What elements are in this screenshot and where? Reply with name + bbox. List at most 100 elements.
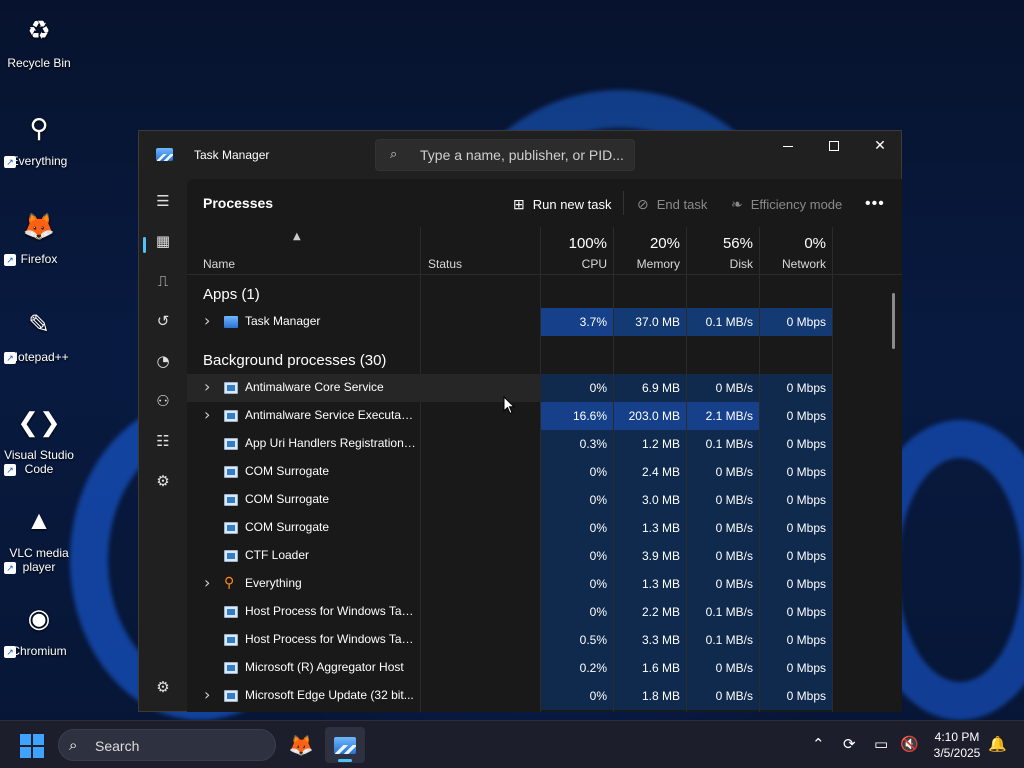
process-window-icon xyxy=(224,494,238,506)
close-button[interactable]: ✕ xyxy=(857,131,903,161)
cpu-total-percent[interactable]: 100% xyxy=(541,235,607,252)
end-task-label: End task xyxy=(656,196,708,212)
process-window-icon xyxy=(224,550,238,562)
minimize-icon xyxy=(783,145,793,147)
firefox-icon: 🦊 xyxy=(288,733,314,757)
windows-logo-icon xyxy=(20,734,31,745)
process-row[interactable]: Host Process for Windows Tasks 0.5% 3.3 MB… xyxy=(187,626,902,654)
search-icon: ⌕ xyxy=(390,147,398,162)
notification-bell-icon[interactable]: 🔔 xyxy=(988,735,1007,753)
minimize-button[interactable] xyxy=(765,131,811,161)
column-header-disk[interactable]: Disk xyxy=(687,257,753,271)
run-new-task-button[interactable]: ⊞ Run new task xyxy=(513,193,612,215)
process-name-cell: COM Surrogate xyxy=(187,486,541,514)
nav-settings-icon[interactable]: ⚙ xyxy=(149,673,177,701)
volume-muted-icon[interactable]: 🔇 xyxy=(900,735,919,753)
sync-icon[interactable]: ⟳ xyxy=(843,735,856,753)
title-bar[interactable]: Task Manager ⌕ ✕ xyxy=(139,131,901,179)
process-row[interactable]: Microsoft (R) Aggregator Host 0.2% 1.6 MB 0… xyxy=(187,654,902,682)
clock[interactable]: 4:10 PM 3/5/2025 xyxy=(924,729,990,761)
run-new-task-label: Run new task xyxy=(532,196,612,212)
expand-chevron-icon[interactable]: › xyxy=(204,405,210,424)
process-disk-cell: 0 MB/s xyxy=(687,570,759,598)
desktop-icon[interactable]: ♻ Recycle Bin xyxy=(2,8,76,71)
process-row[interactable]: App Uri Handlers Registration ... 0.3% 1.2… xyxy=(187,430,902,458)
process-row[interactable]: Host Process for Windows Tasks 0% 2.2 MB 0.… xyxy=(187,598,902,626)
desktop-icon[interactable]: ↗ ✎ Notepad++ xyxy=(2,302,76,364)
process-mem-cell: 1.3 MB xyxy=(614,570,686,598)
process-cpu-cell: 0% xyxy=(541,486,613,514)
process-cpu-cell: 0% xyxy=(541,598,613,626)
column-header-memory[interactable]: Memory xyxy=(614,257,680,271)
clock-time: 4:10 PM xyxy=(934,730,980,744)
nav-performance-icon[interactable]: ⎍ xyxy=(149,267,177,295)
desktop-icon[interactable]: ↗ ❮❯ Visual Studio Code xyxy=(2,400,76,476)
column-header-name[interactable]: Name xyxy=(203,257,235,271)
process-row[interactable]: COM Surrogate 0% 3.0 MB 0 MB/s 0 Mbps xyxy=(187,486,902,514)
hamburger-menu-icon[interactable]: ☰ xyxy=(149,187,177,215)
end-task-button[interactable]: ⊘ End task xyxy=(637,193,707,215)
nav-services-icon[interactable]: ⚙ xyxy=(149,467,177,495)
column-header-cpu[interactable]: CPU xyxy=(541,257,607,271)
process-mem-cell: 203.0 MB xyxy=(614,402,686,430)
processes-page: Processes ⊞ Run new task ⊘ End task ❧ Ef… xyxy=(187,179,902,712)
nav-users-icon[interactable]: ⚇ xyxy=(149,387,177,415)
expand-chevron-icon[interactable]: › xyxy=(204,685,210,704)
process-row[interactable]: › Antimalware Service Executable 16.6% 203.… xyxy=(187,402,902,430)
process-window-icon xyxy=(224,606,238,618)
nav-details-icon[interactable]: ☷ xyxy=(149,427,177,455)
memory-total-percent[interactable]: 20% xyxy=(614,235,680,252)
nav-processes-icon[interactable]: ▦ xyxy=(149,227,177,255)
process-search-input[interactable] xyxy=(420,147,626,163)
process-window-icon xyxy=(224,634,238,646)
expand-chevron-icon[interactable]: › xyxy=(204,377,210,396)
desktop-icon[interactable]: ↗ 🦊 Firefox xyxy=(2,204,76,266)
disk-total-percent[interactable]: 56% xyxy=(687,235,753,252)
process-name: COM Surrogate xyxy=(245,464,330,478)
taskbar-task-manager[interactable] xyxy=(325,727,365,763)
process-row[interactable]: CTF Loader 0% 3.9 MB 0 MB/s 0 Mbps xyxy=(187,542,902,570)
process-disk-cell: 0 MB/s xyxy=(687,486,759,514)
process-window-icon xyxy=(224,662,238,674)
process-row[interactable]: › Task Manager 3.7% 37.0 MB 0.1 MB/s 0 Mbps xyxy=(187,308,902,336)
more-options-button[interactable]: ••• xyxy=(865,193,885,215)
process-row[interactable]: COM Surrogate 0% 1.3 MB 0 MB/s 0 Mbps xyxy=(187,514,902,542)
desktop-icon[interactable]: ↗ ▲ VLC media player xyxy=(2,498,76,574)
desktop-icon[interactable]: ↗ ⚲ Everything xyxy=(2,106,76,168)
shortcut-arrow-icon: ↗ xyxy=(4,156,16,168)
process-cpu-cell: 0.3% xyxy=(541,430,613,458)
process-disk-cell: 0 MB/s xyxy=(687,654,759,682)
efficiency-mode-button[interactable]: ❧ Efficiency mode xyxy=(731,193,842,215)
column-header-network[interactable]: Network xyxy=(760,257,826,271)
nav-startup-apps-icon[interactable]: ◔ xyxy=(149,347,177,375)
desktop-app-icon: ✎ xyxy=(28,308,50,339)
column-header-status[interactable]: Status xyxy=(428,257,462,271)
process-net-cell: 0 Mbps xyxy=(760,682,832,710)
taskbar: ⌕ Search 🦊 ⌃ ⟳ ▭ 🔇 4:10 PM 3/5/2025 🔔 xyxy=(0,720,1024,768)
run-task-icon: ⊞ xyxy=(513,195,525,212)
process-name-cell: › Microsoft Edge Update (32 bit... xyxy=(187,682,541,710)
network-icon[interactable]: ▭ xyxy=(874,735,888,753)
expand-chevron-icon[interactable]: › xyxy=(204,573,210,592)
process-search-box[interactable]: ⌕ xyxy=(375,139,635,171)
show-hidden-icons-chevron-icon[interactable]: ⌃ xyxy=(812,735,825,753)
process-row[interactable]: › Antimalware Core Service 0% 6.9 MB 0 MB/s 0… xyxy=(187,374,902,402)
process-name-cell: COM Surrogate xyxy=(187,514,541,542)
taskbar-firefox[interactable]: 🦊 xyxy=(281,727,321,763)
desktop-icon[interactable]: ↗ ◉ Chromium xyxy=(2,596,76,658)
taskbar-search[interactable]: ⌕ Search xyxy=(58,729,276,761)
network-total-percent[interactable]: 0% xyxy=(760,235,826,252)
process-name-cell: Host Process for Windows Tasks xyxy=(187,626,541,654)
start-button[interactable] xyxy=(20,734,44,758)
process-row[interactable]: › ⚲ Everything 0% 1.3 MB 0 MB/s 0 Mbps xyxy=(187,570,902,598)
process-name-cell: › Task Manager xyxy=(187,308,541,336)
process-row[interactable]: COM Surrogate 0% 2.4 MB 0 MB/s 0 Mbps xyxy=(187,458,902,486)
nav-app-history-icon[interactable]: ↺ xyxy=(149,307,177,335)
maximize-button[interactable] xyxy=(811,131,857,161)
task-manager-icon xyxy=(334,736,356,754)
window-title: Task Manager xyxy=(194,148,270,162)
process-cpu-cell: 0% xyxy=(541,682,613,710)
process-row[interactable]: › Microsoft Edge Update (32 bit... 0% 1.8 M… xyxy=(187,682,902,710)
expand-chevron-icon[interactable]: › xyxy=(204,311,210,330)
vertical-scrollbar[interactable] xyxy=(892,293,895,349)
